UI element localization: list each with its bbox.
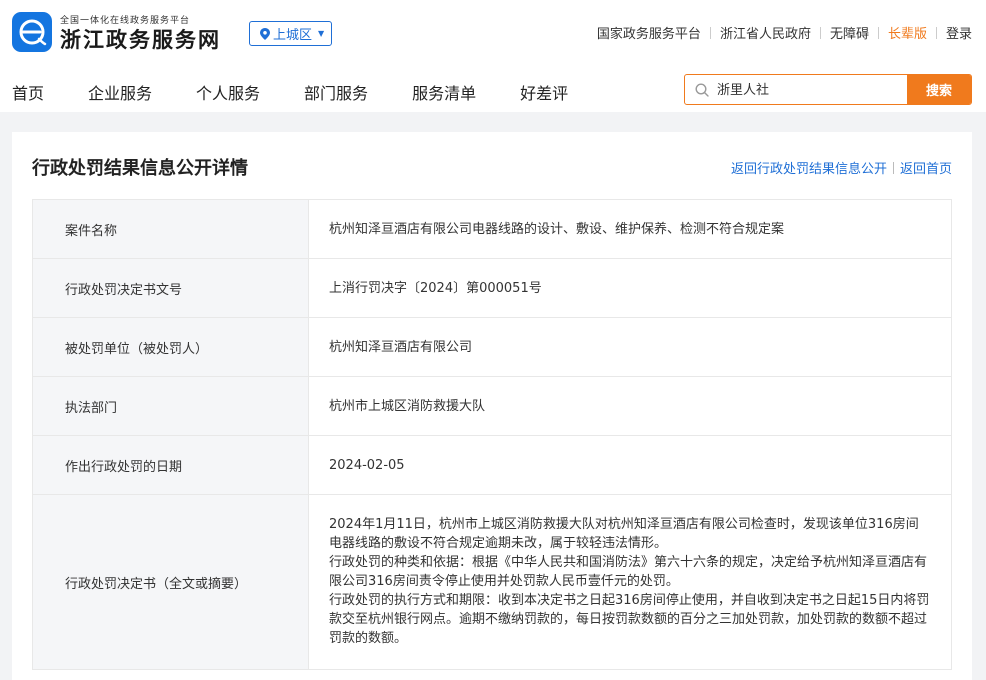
row-value: 杭州知泽亘酒店有限公司电器线路的设计、敷设、维护保养、检测不符合规定案 <box>329 221 785 237</box>
detail-card: 行政处罚结果信息公开详情 返回行政处罚结果信息公开 返回首页 案件名称 杭州知泽… <box>12 132 972 680</box>
row-value: 杭州知泽亘酒店有限公司 <box>329 339 473 355</box>
row-label: 案件名称 <box>33 200 309 258</box>
search-box: 搜索 <box>684 74 972 105</box>
table-row: 被处罚单位（被处罚人） 杭州知泽亘酒店有限公司 <box>33 318 951 377</box>
card-links: 返回行政处罚结果信息公开 返回首页 <box>731 158 952 177</box>
search-field <box>685 75 907 104</box>
top-links: 国家政务服务平台 浙江省人民政府 无障碍 长辈版 登录 <box>588 23 972 42</box>
nav-enterprise-services[interactable]: 企业服务 <box>88 80 152 104</box>
row-value: 上消行罚决字〔2024〕第000051号 <box>329 280 542 296</box>
detail-table: 案件名称 杭州知泽亘酒店有限公司电器线路的设计、敷设、维护保养、检测不符合规定案… <box>32 199 952 670</box>
row-label: 被处罚单位（被处罚人） <box>33 318 309 376</box>
site-logo[interactable]: 全国一体化在线政务服务平台 浙江政务服务网 <box>12 12 230 54</box>
nav-department-services[interactable]: 部门服务 <box>304 80 368 104</box>
table-row: 作出行政处罚的日期 2024-02-05 <box>33 436 951 495</box>
decision-text: 2024年1月11日，杭州市上城区消防救援大队对杭州知泽亘酒店有限公司检查时，发… <box>309 495 951 669</box>
link-back-to-list[interactable]: 返回行政处罚结果信息公开 <box>731 158 887 177</box>
table-row-decision: 行政处罚决定书（全文或摘要） 2024年1月11日，杭州市上城区消防救援大队对杭… <box>33 495 951 669</box>
search-button[interactable]: 搜索 <box>907 75 971 104</box>
row-value: 2024-02-05 <box>329 457 405 473</box>
logo-title: 浙江政务服务网 <box>60 28 221 52</box>
row-label: 行政处罚决定书（全文或摘要） <box>33 495 309 669</box>
link-elder-mode[interactable]: 长辈版 <box>879 23 936 42</box>
caret-down-icon: ▼ <box>318 29 325 38</box>
region-label: 上城区 <box>273 28 313 43</box>
row-value: 杭州市上城区消防救援大队 <box>329 398 486 414</box>
row-label: 作出行政处罚的日期 <box>33 436 309 494</box>
nav-personal-services[interactable]: 个人服务 <box>196 80 260 104</box>
search-input[interactable] <box>717 82 897 97</box>
nav-evaluation[interactable]: 好差评 <box>520 80 568 104</box>
table-row: 行政处罚决定书文号 上消行罚决字〔2024〕第000051号 <box>33 259 951 318</box>
search-icon <box>695 82 709 97</box>
link-accessibility[interactable]: 无障碍 <box>821 23 878 42</box>
divider <box>892 161 894 174</box>
page-title: 行政处罚结果信息公开详情 <box>32 158 248 179</box>
link-provincial-government[interactable]: 浙江省人民政府 <box>711 23 820 42</box>
main-nav: 首页 企业服务 个人服务 部门服务 服务清单 好差评 <box>12 80 612 104</box>
decision-paragraph: 行政处罚的执行方式和期限：收到本决定书之日起316房间停止使用，并自收到决定书之… <box>329 593 930 646</box>
table-row: 案件名称 杭州知泽亘酒店有限公司电器线路的设计、敷设、维护保养、检测不符合规定案 <box>33 200 951 259</box>
decision-paragraph: 行政处罚的种类和依据：根据《中华人民共和国消防法》第六十六条的规定，决定给予杭州… <box>329 555 928 589</box>
table-row: 执法部门 杭州市上城区消防救援大队 <box>33 377 951 436</box>
location-pin-icon <box>260 27 270 40</box>
row-label: 执法部门 <box>33 377 309 435</box>
link-national-platform[interactable]: 国家政务服务平台 <box>588 23 710 42</box>
region-selector[interactable]: 上城区 ▼ <box>249 21 332 46</box>
link-back-home[interactable]: 返回首页 <box>900 158 952 177</box>
nav-service-list[interactable]: 服务清单 <box>412 80 476 104</box>
nav-home[interactable]: 首页 <box>12 80 44 104</box>
decision-paragraph: 2024年1月11日，杭州市上城区消防救援大队对杭州知泽亘酒店有限公司检查时，发… <box>329 517 919 551</box>
row-label: 行政处罚决定书文号 <box>33 259 309 317</box>
header: 全国一体化在线政务服务平台 浙江政务服务网 上城区 ▼ 国家政务服务平台 浙江省… <box>0 0 986 112</box>
link-login[interactable]: 登录 <box>937 23 972 42</box>
logo-e-icon <box>12 12 52 52</box>
